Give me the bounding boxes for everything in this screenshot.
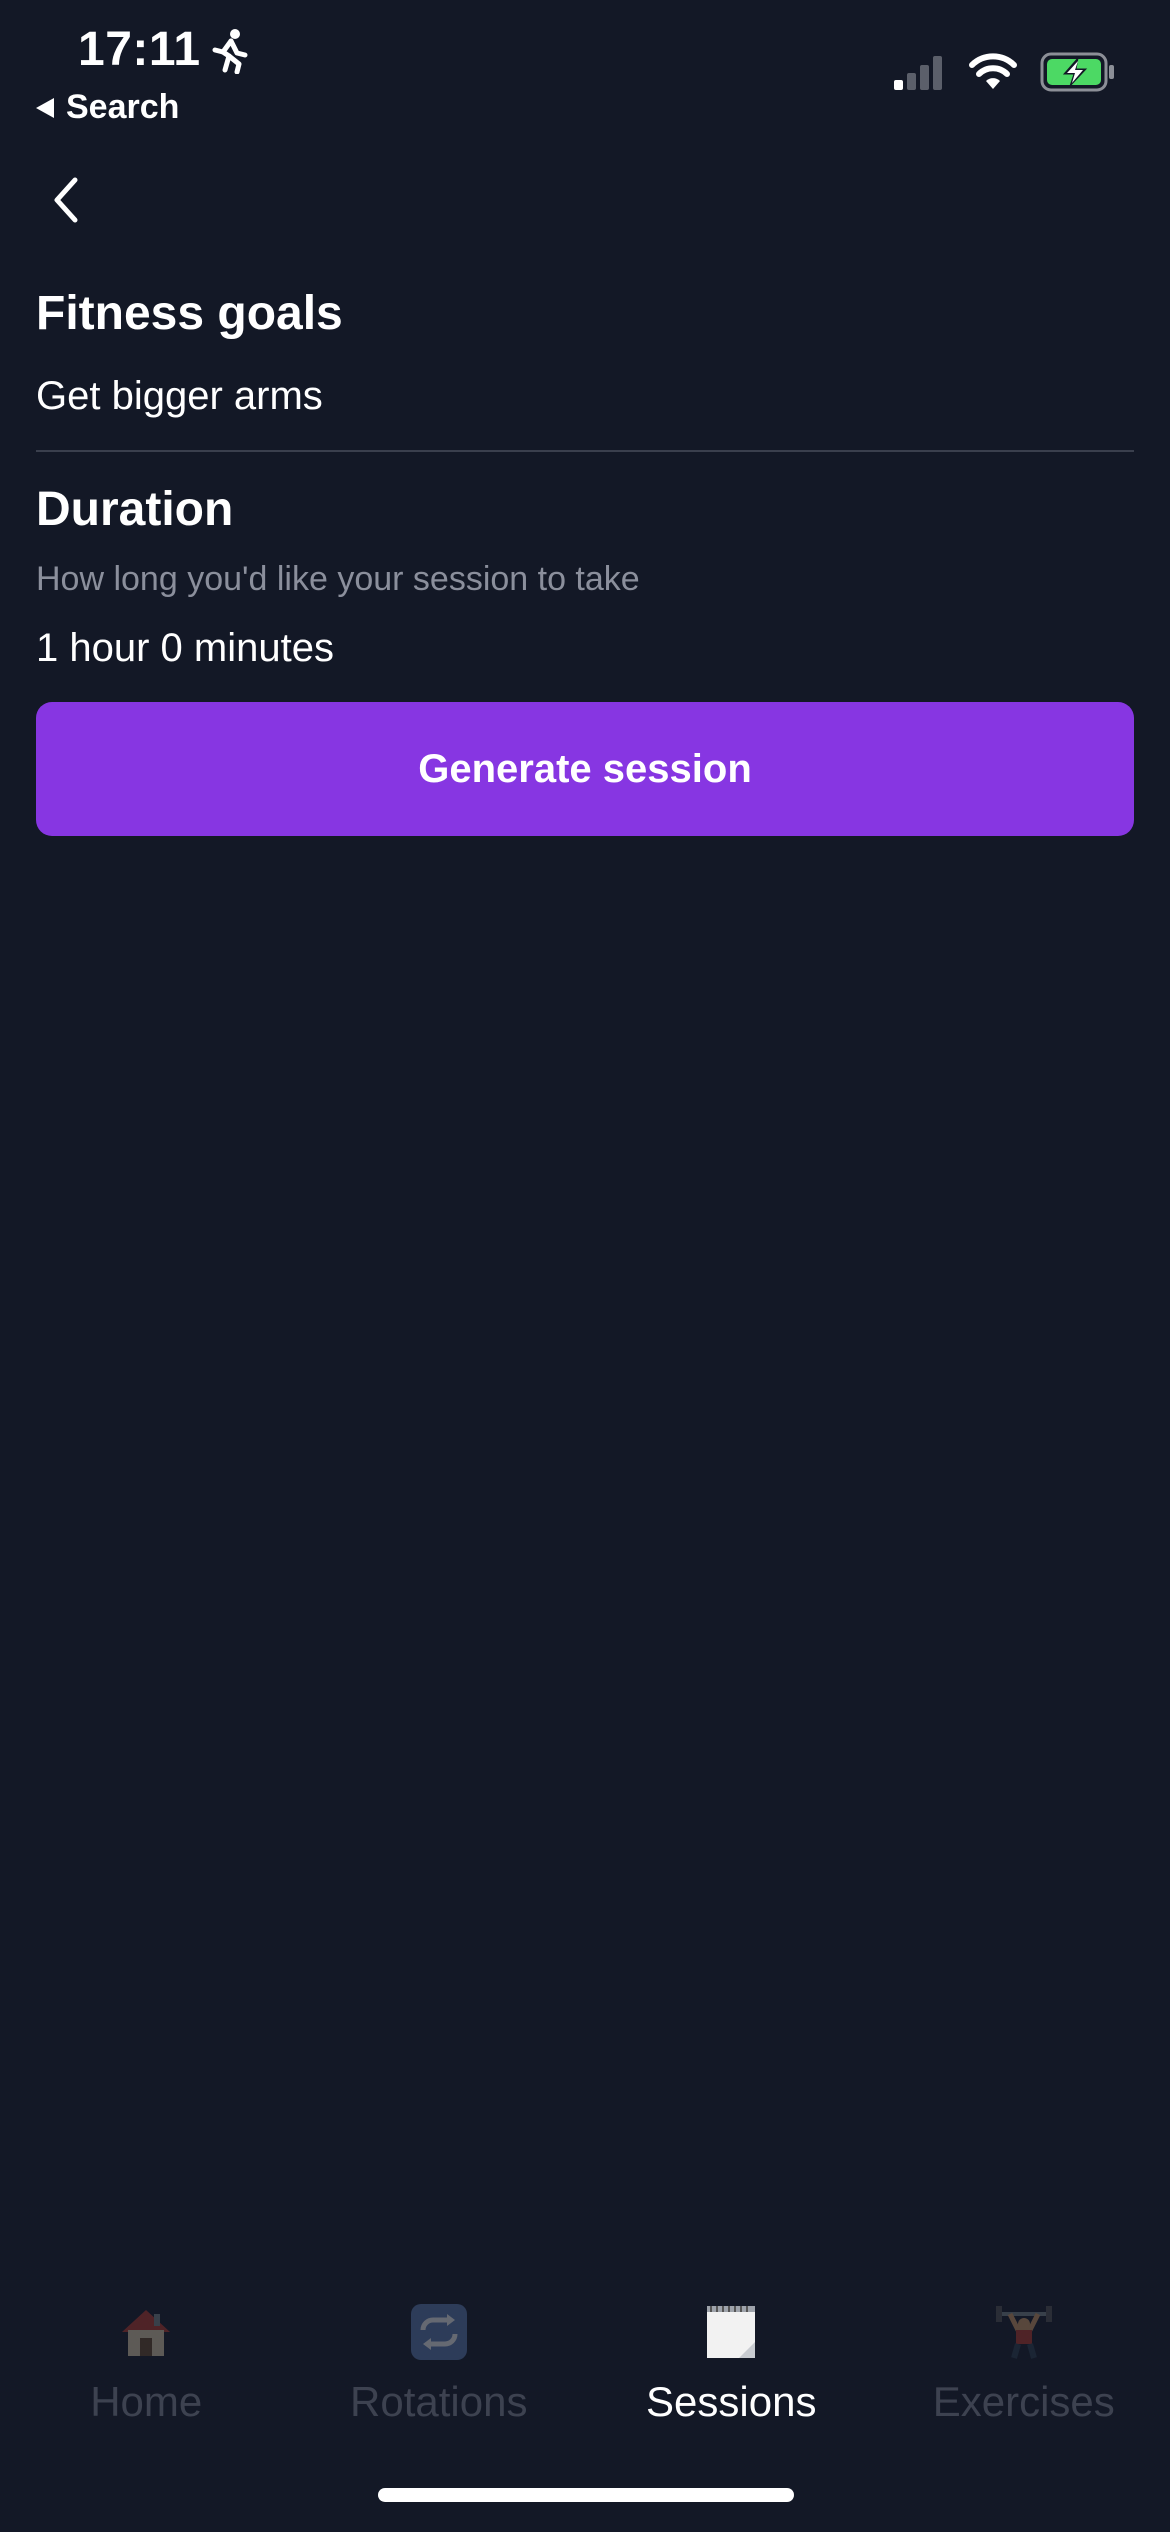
duration-title: Duration — [36, 483, 234, 536]
back-triangle-icon — [36, 97, 54, 118]
battery-charging-icon — [1040, 52, 1114, 92]
screen: 17:11 Search Fitness goals Get bigger ar… — [0, 0, 1170, 2532]
tab-bar: Home Rotations Sessions Exercises — [0, 2300, 1170, 2450]
duration-value[interactable]: 1 hour 0 minutes — [36, 620, 1134, 676]
tab-exercises[interactable]: Exercises — [878, 2300, 1170, 2450]
tab-sessions-label: Sessions — [646, 2378, 817, 2425]
status-indicators — [892, 52, 1116, 92]
back-button[interactable] — [40, 170, 92, 230]
back-to-search-link[interactable]: Search — [36, 88, 179, 127]
chevron-left-icon — [54, 177, 78, 223]
runner-icon — [212, 28, 248, 74]
tab-exercises-label: Exercises — [932, 2378, 1115, 2425]
repeat-icon — [407, 2300, 471, 2364]
status-time-text: 17:11 — [78, 23, 201, 76]
duration-hint: How long you'd like your session to take — [36, 560, 640, 598]
weightlifter-icon — [992, 2300, 1056, 2364]
tab-rotations-label: Rotations — [350, 2378, 528, 2425]
cellular-signal-icon — [894, 56, 942, 90]
tab-home[interactable]: Home — [0, 2300, 293, 2450]
divider — [36, 450, 1134, 452]
tab-home-label: Home — [90, 2378, 203, 2425]
tab-sessions[interactable]: Sessions — [585, 2300, 878, 2450]
house-icon — [114, 2300, 178, 2364]
back-to-search-label: Search — [66, 88, 180, 126]
generate-session-button[interactable]: Generate session — [36, 702, 1134, 836]
status-time: 17:11 — [78, 22, 249, 77]
session-form: Fitness goals Get bigger arms Duration H… — [36, 280, 1134, 836]
fitness-goals-title: Fitness goals — [36, 287, 343, 340]
tab-rotations[interactable]: Rotations — [293, 2300, 586, 2450]
home-indicator[interactable] — [378, 2488, 794, 2502]
notepad-icon — [699, 2300, 763, 2364]
fitness-goals-value[interactable]: Get bigger arms — [36, 368, 1134, 424]
wifi-icon — [969, 53, 1017, 89]
